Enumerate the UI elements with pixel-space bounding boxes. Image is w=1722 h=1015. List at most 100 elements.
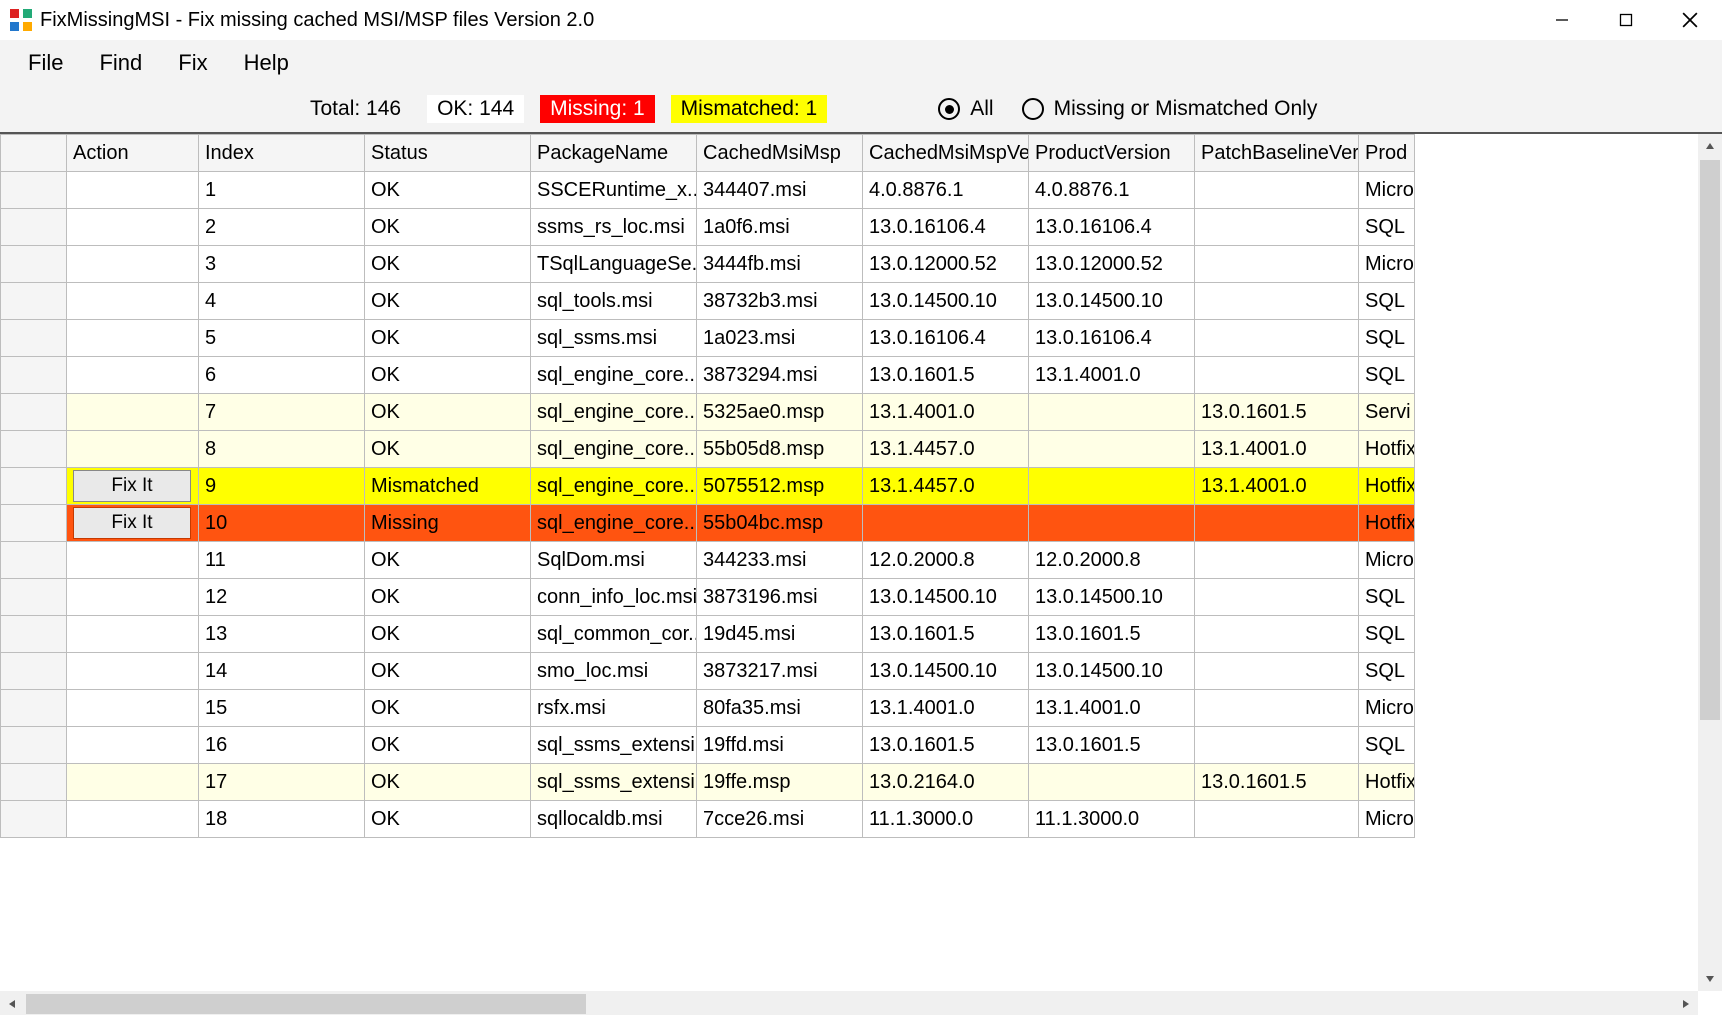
cell-baseline [1195, 320, 1359, 357]
row-selector[interactable] [1, 320, 67, 357]
row-selector[interactable] [1, 394, 67, 431]
table-row[interactable]: 13OKsql_common_cor...19d45.msi13.0.1601.… [1, 616, 1415, 653]
row-selector[interactable] [1, 246, 67, 283]
table-row[interactable]: 6OKsql_engine_core...3873294.msi13.0.160… [1, 357, 1415, 394]
chevron-left-icon [7, 999, 17, 1009]
fix-it-button[interactable]: Fix It [73, 507, 191, 539]
cell-baseline [1195, 246, 1359, 283]
cell-action [67, 542, 199, 579]
menu-help[interactable]: Help [226, 44, 307, 82]
row-selector-header[interactable] [1, 135, 67, 172]
close-icon [1682, 12, 1698, 28]
col-package[interactable]: PackageName [531, 135, 697, 172]
row-selector[interactable] [1, 542, 67, 579]
row-selector[interactable] [1, 209, 67, 246]
table-row[interactable]: 4OKsql_tools.msi38732b3.msi13.0.14500.10… [1, 283, 1415, 320]
row-selector[interactable] [1, 431, 67, 468]
menu-find[interactable]: Find [81, 44, 160, 82]
table-row[interactable]: 2OKssms_rs_loc.msi1a0f6.msi13.0.16106.41… [1, 209, 1415, 246]
cell-product-ver [1029, 764, 1195, 801]
cell-action [67, 579, 199, 616]
cell-status: OK [365, 357, 531, 394]
row-selector[interactable] [1, 283, 67, 320]
row-selector[interactable] [1, 764, 67, 801]
cell-product-ver [1029, 505, 1195, 542]
cell-cached: 3873217.msi [697, 653, 863, 690]
col-product-ver[interactable]: ProductVersion [1029, 135, 1195, 172]
table-row[interactable]: 16OKsql_ssms_extensi...19ffd.msi13.0.160… [1, 727, 1415, 764]
table-row[interactable]: 1OKSSCERuntime_x...344407.msi4.0.8876.14… [1, 172, 1415, 209]
cell-cached: 344407.msi [697, 172, 863, 209]
table-row[interactable]: Fix It9Mismatchedsql_engine_core...50755… [1, 468, 1415, 505]
horizontal-scrollbar[interactable] [0, 991, 1698, 1015]
minimize-button[interactable] [1530, 0, 1594, 40]
row-selector[interactable] [1, 172, 67, 209]
cell-product: Servi [1359, 394, 1415, 431]
scroll-down-button[interactable] [1698, 967, 1722, 991]
vertical-scrollbar[interactable] [1698, 134, 1722, 991]
table-row[interactable]: 7OKsql_engine_core...5325ae0.msp13.1.400… [1, 394, 1415, 431]
cell-product-ver: 13.0.14500.10 [1029, 653, 1195, 690]
cell-product-ver: 13.0.16106.4 [1029, 209, 1195, 246]
scroll-left-button[interactable] [0, 991, 24, 1015]
scroll-up-button[interactable] [1698, 134, 1722, 158]
cell-cached: 55b04bc.msp [697, 505, 863, 542]
cell-package: sqllocaldb.msi [531, 801, 697, 838]
col-cached[interactable]: CachedMsiMsp [697, 135, 863, 172]
maximize-button[interactable] [1594, 0, 1658, 40]
cell-cached-ver: 13.1.4001.0 [863, 690, 1029, 727]
table-row[interactable]: 14OKsmo_loc.msi3873217.msi13.0.14500.101… [1, 653, 1415, 690]
cell-index: 6 [199, 357, 365, 394]
cell-cached: 5325ae0.msp [697, 394, 863, 431]
cell-package: SqlDom.msi [531, 542, 697, 579]
scroll-thumb[interactable] [1700, 160, 1720, 720]
menu-fix[interactable]: Fix [160, 44, 225, 82]
table-row[interactable]: 11OKSqlDom.msi344233.msi12.0.2000.812.0.… [1, 542, 1415, 579]
radio-all[interactable]: All [938, 97, 993, 121]
table-row[interactable]: 18OKsqllocaldb.msi7cce26.msi11.1.3000.01… [1, 801, 1415, 838]
cell-index: 11 [199, 542, 365, 579]
row-selector[interactable] [1, 505, 67, 542]
cell-index: 16 [199, 727, 365, 764]
table-row[interactable]: 17OKsql_ssms_extensi...19ffe.msp13.0.216… [1, 764, 1415, 801]
col-index[interactable]: Index [199, 135, 365, 172]
row-selector[interactable] [1, 727, 67, 764]
close-button[interactable] [1658, 0, 1722, 40]
cell-cached: 1a023.msi [697, 320, 863, 357]
cell-baseline [1195, 172, 1359, 209]
row-selector[interactable] [1, 579, 67, 616]
cell-action [67, 394, 199, 431]
fix-it-button[interactable]: Fix It [73, 470, 191, 502]
col-product[interactable]: Prod [1359, 135, 1415, 172]
cell-product-ver: 4.0.8876.1 [1029, 172, 1195, 209]
menu-file[interactable]: File [10, 44, 81, 82]
col-cached-ver[interactable]: CachedMsiMspVers [863, 135, 1029, 172]
row-selector[interactable] [1, 468, 67, 505]
cell-action [67, 320, 199, 357]
row-selector[interactable] [1, 653, 67, 690]
table-row[interactable]: Fix It10Missingsql_engine_core...55b04bc… [1, 505, 1415, 542]
col-baseline[interactable]: PatchBaselineVersi [1195, 135, 1359, 172]
radio-missing-only[interactable]: Missing or Mismatched Only [1022, 97, 1318, 121]
cell-product: SQL [1359, 283, 1415, 320]
table-row[interactable]: 12OKconn_info_loc.msi3873196.msi13.0.145… [1, 579, 1415, 616]
col-action[interactable]: Action [67, 135, 199, 172]
table-row[interactable]: 5OKsql_ssms.msi1a023.msi13.0.16106.413.0… [1, 320, 1415, 357]
menu-bar: File Find Fix Help [0, 40, 1722, 86]
row-selector[interactable] [1, 357, 67, 394]
table-row[interactable]: 3OKTSqlLanguageSe...3444fb.msi13.0.12000… [1, 246, 1415, 283]
cell-product: Hotfix [1359, 468, 1415, 505]
table-row[interactable]: 15OKrsfx.msi80fa35.msi13.1.4001.013.1.40… [1, 690, 1415, 727]
row-selector[interactable] [1, 690, 67, 727]
cell-baseline [1195, 542, 1359, 579]
table-row[interactable]: 8OKsql_engine_core...55b05d8.msp13.1.445… [1, 431, 1415, 468]
cell-baseline [1195, 579, 1359, 616]
col-status[interactable]: Status [365, 135, 531, 172]
missing-chip: Missing: 1 [540, 95, 655, 123]
cell-status: OK [365, 764, 531, 801]
row-selector[interactable] [1, 616, 67, 653]
scroll-thumb[interactable] [26, 994, 586, 1014]
cell-baseline: 13.0.1601.5 [1195, 394, 1359, 431]
scroll-right-button[interactable] [1674, 991, 1698, 1015]
row-selector[interactable] [1, 801, 67, 838]
